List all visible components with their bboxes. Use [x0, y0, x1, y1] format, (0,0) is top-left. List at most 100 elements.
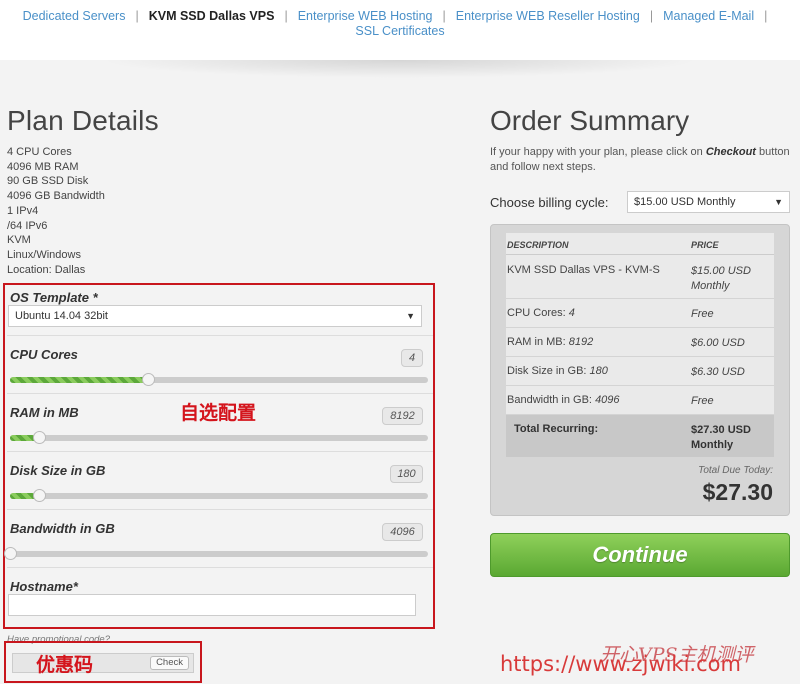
promo-code-panel: Check 优惠码: [4, 641, 202, 683]
slider-handle[interactable]: [4, 547, 17, 560]
row-price: Free: [691, 395, 714, 407]
ram-label: RAM in MB: [10, 405, 79, 420]
cpu-cores-label: CPU Cores: [10, 347, 78, 362]
nav-enterprise-web-reseller-hosting[interactable]: Enterprise WEB Reseller Hosting: [456, 9, 640, 23]
caret-down-icon: ▼: [774, 197, 783, 207]
nav-ssl-certificates[interactable]: SSL Certificates: [355, 24, 444, 38]
row-desc-text: RAM in MB:: [507, 336, 569, 348]
nav-dedicated-servers[interactable]: Dedicated Servers: [23, 9, 126, 23]
total-recurring-row: Total Recurring: $27.30 USD Monthly: [506, 415, 774, 457]
cpu-cores-value: 4: [401, 349, 423, 367]
summary-table: DESCRIPTION PRICE KVM SSD Dallas VPS - K…: [506, 233, 774, 457]
spec-cpu: 4 CPU Cores: [7, 146, 72, 158]
watermark: 开心VPS主机测评 https://www.zjwiki.com: [500, 642, 800, 682]
nav-kvm-ssd-dallas-vps[interactable]: KVM SSD Dallas VPS: [149, 9, 275, 23]
nav-row: Dedicated Servers | KVM SSD Dallas VPS | Ent…: [0, 9, 800, 24]
nav-enterprise-web-hosting[interactable]: Enterprise WEB Hosting: [298, 9, 433, 23]
divider: [7, 567, 433, 568]
row-price: $15.00 USD Monthly: [691, 265, 751, 292]
billing-cycle-value: $15.00 USD Monthly: [634, 196, 736, 208]
header-shadow: [100, 60, 700, 78]
top-navigation: Dedicated Servers | KVM SSD Dallas VPS | Ent…: [0, 0, 800, 60]
order-summary-intro: If your happy with your plan, please cli…: [490, 145, 795, 175]
continue-button[interactable]: Continue: [490, 533, 790, 577]
custom-config-annotation: 自选配置: [180, 402, 257, 424]
summary-table-header: DESCRIPTION PRICE: [506, 233, 774, 255]
order-summary-box: DESCRIPTION PRICE KVM SSD Dallas VPS - K…: [490, 224, 790, 516]
row-price: $6.30 USD: [691, 366, 745, 378]
caret-down-icon: ▼: [406, 311, 415, 321]
divider: [7, 393, 433, 394]
spec-ipv6: /64 IPv6: [7, 219, 48, 232]
total-due-label: Total Due Today:: [698, 465, 773, 476]
spec-virtualization: KVM: [7, 234, 31, 247]
promo-annotation: 优惠码: [36, 654, 94, 676]
total-recurring-label: Total Recurring:: [514, 423, 599, 435]
os-template-label: OS Template *: [10, 290, 98, 305]
os-template-value: Ubuntu 14.04 32bit: [15, 310, 108, 322]
total-due-amount: $27.30: [702, 479, 773, 505]
row-desc-text: KVM SSD Dallas VPS - KVM-S: [507, 264, 660, 276]
spec-ipv4: 1 IPv4: [7, 204, 39, 217]
row-desc-text: CPU Cores:: [507, 307, 569, 319]
plan-details-title: Plan Details: [7, 105, 159, 136]
cpu-cores-slider[interactable]: [10, 373, 428, 386]
slider-handle[interactable]: [33, 431, 47, 444]
slider-handle[interactable]: [141, 373, 155, 386]
row-desc-value: 180: [589, 365, 608, 377]
row-desc-value: 4: [568, 307, 575, 319]
row-desc-value: 4096: [595, 394, 620, 406]
bandwidth-value: 4096: [382, 523, 423, 541]
nav-separator: |: [764, 9, 768, 23]
nav-separator: |: [284, 9, 288, 23]
nav-separator: |: [442, 9, 446, 23]
intro-text: If your happy with your plan, please cli…: [490, 146, 706, 158]
billing-cycle-label: Choose billing cycle:: [490, 195, 609, 210]
nav-separator: |: [649, 9, 654, 23]
divider: [7, 451, 433, 452]
bandwidth-slider[interactable]: [4, 547, 428, 560]
order-summary-title: Order Summary: [490, 105, 690, 136]
table-row: Bandwidth in GB: 4096 Free: [506, 386, 774, 415]
spec-os: Linux/Windows: [7, 248, 81, 261]
spec-bandwidth: 4096 GB Bandwidth: [7, 190, 105, 203]
row-desc-text: Bandwidth in GB:: [507, 394, 596, 406]
row-description: Bandwidth in GB: 4096: [507, 394, 620, 406]
os-template-select[interactable]: Ubuntu 14.04 32bit ▼: [8, 305, 422, 327]
bandwidth-label: Bandwidth in GB: [10, 521, 115, 536]
slider-handle[interactable]: [33, 489, 47, 502]
hostname-input[interactable]: [8, 594, 416, 616]
intro-checkout: Checkout: [705, 146, 756, 158]
divider: [7, 335, 433, 336]
col-description: DESCRIPTION: [507, 240, 569, 250]
row-description: Disk Size in GB: 180: [507, 365, 608, 377]
disk-size-value: 180: [390, 465, 423, 483]
ram-value: 8192: [382, 407, 423, 425]
plan-specs: 4 CPU Cores 4096 MB RAM 90 GB SSD Disk 4…: [7, 145, 105, 277]
total-recurring-value: $27.30 USD Monthly: [691, 424, 751, 451]
spec-location: Location: Dallas: [7, 263, 86, 276]
table-row: Disk Size in GB: 180 $6.30 USD: [506, 357, 774, 386]
row-description: CPU Cores: 4: [507, 307, 575, 319]
spec-disk: 90 GB SSD Disk: [7, 175, 89, 188]
table-row: CPU Cores: 4 Free: [506, 299, 774, 328]
nav-managed-email[interactable]: Managed E-Mail: [663, 9, 754, 23]
row-desc-value: 8192: [568, 336, 594, 348]
table-row: KVM SSD Dallas VPS - KVM-S $15.00 USD Mo…: [506, 255, 774, 299]
row-price: $6.00 USD: [691, 337, 745, 349]
disk-size-slider[interactable]: [10, 489, 428, 502]
row-price: Free: [691, 308, 714, 320]
check-promo-button[interactable]: Check: [150, 656, 189, 670]
ram-slider[interactable]: [10, 431, 428, 444]
spec-ram: 4096 MB RAM: [7, 160, 79, 173]
table-row: RAM in MB: 8192 $6.00 USD: [506, 328, 774, 357]
configuration-panel: OS Template * Ubuntu 14.04 32bit ▼ CPU C…: [3, 283, 435, 629]
nav-separator: |: [135, 9, 139, 23]
divider: [7, 509, 433, 510]
watermark-url: https://www.zjwiki.com: [500, 652, 741, 676]
nav-row-2: SSL Certificates: [0, 24, 800, 39]
row-desc-text: Disk Size in GB:: [507, 365, 590, 377]
row-description: RAM in MB: 8192: [507, 336, 593, 348]
billing-cycle-select[interactable]: $15.00 USD Monthly ▼: [627, 191, 790, 213]
disk-size-label: Disk Size in GB: [10, 463, 106, 478]
